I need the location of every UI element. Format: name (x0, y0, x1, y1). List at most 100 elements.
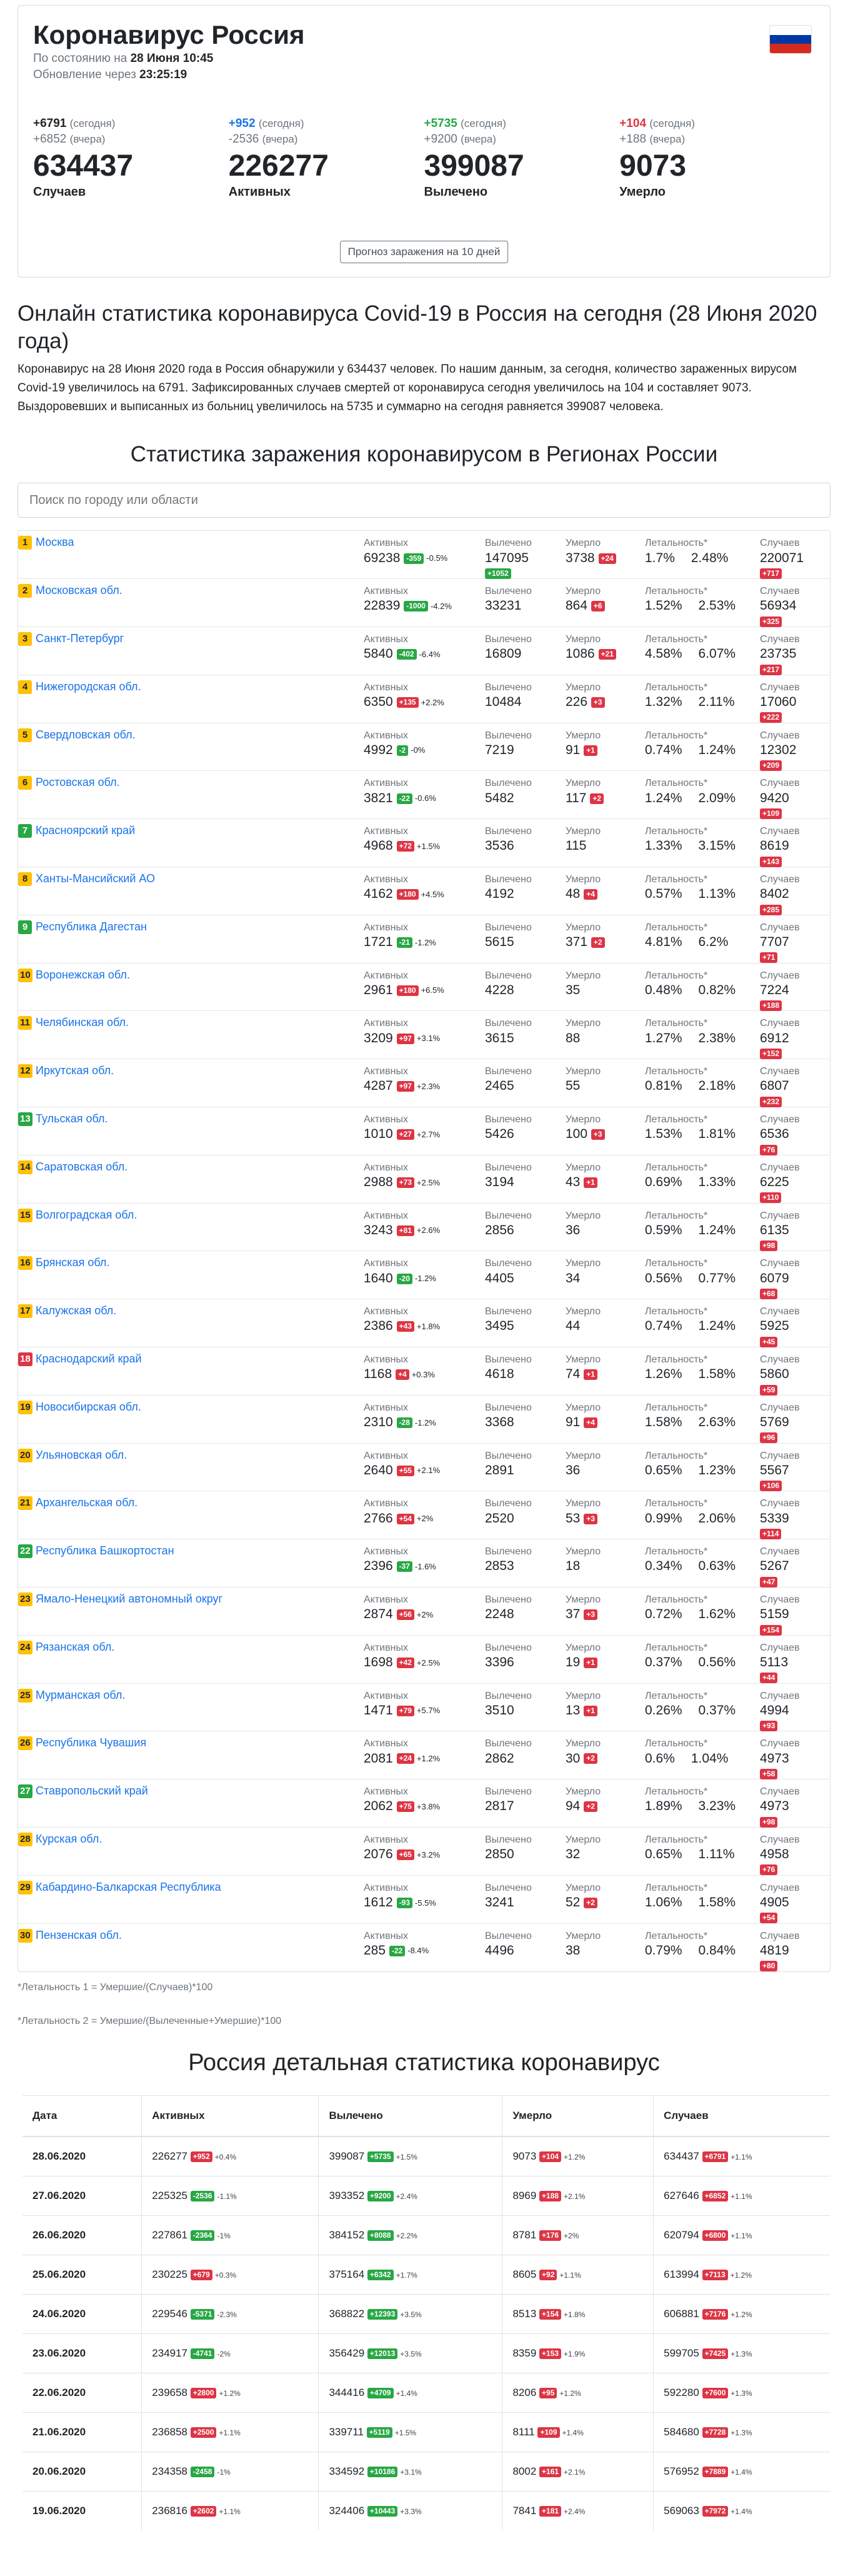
region-deaths-label: Умерло (566, 1210, 601, 1221)
region-recovered-label: Вылечено (485, 922, 532, 933)
region-lethality: Летальность* 1.26% 1.58% (645, 1354, 736, 1384)
region-rank: 9 (18, 920, 32, 934)
history-cases: 613994 +7113 +1.2% (653, 2254, 830, 2295)
region-lethality-label: Летальность* (645, 1642, 708, 1653)
region-deaths-label: Умерло (566, 1546, 601, 1557)
region-link[interactable]: Ямало-Ненецкий автономный округ (36, 1592, 222, 1606)
history-heading: Россия детальная статистика коронавирус (188, 2050, 660, 2076)
region-link[interactable]: Иркутская обл. (36, 1064, 114, 1077)
region-active-label: Активных (364, 634, 408, 645)
region-lethality: Летальность* 0.37% 0.56% (645, 1642, 736, 1672)
history-active-number: 230225 (152, 2268, 188, 2280)
region-lethality-value: 0.81% 2.18% (645, 1077, 736, 1095)
region-link[interactable]: Республика Дагестан (36, 920, 147, 933)
history-active-number: 234358 (152, 2465, 188, 2477)
region-lethality-1: 1.27% (645, 1030, 682, 1045)
region-deaths-change-badge: +2 (584, 1753, 597, 1764)
region-rank: 1 (18, 536, 32, 550)
region-rank: 5 (18, 728, 32, 742)
region-link[interactable]: Московская обл. (36, 584, 122, 597)
region-recovered-label: Вылечено (485, 970, 532, 981)
search-input[interactable] (17, 483, 831, 518)
region-link[interactable]: Нижегородская обл. (36, 680, 141, 693)
region-link[interactable]: Санкт-Петербург (36, 632, 124, 645)
history-recovered-number: 334592 (329, 2465, 365, 2477)
region-active-change-badge: -93 (396, 1897, 412, 1908)
region-link[interactable]: Челябинская обл. (36, 1016, 129, 1029)
region-link[interactable]: Воронежская обл. (36, 969, 130, 982)
region-active: Активных 2961 +180 +6.5% (364, 970, 444, 1000)
region-link[interactable]: Ханты-Мансийский АО (36, 872, 155, 885)
history-deaths-change-badge: +188 (539, 2190, 562, 2201)
region-link[interactable]: Краснодарский край (36, 1352, 142, 1366)
region-deaths-change-badge: +4 (584, 889, 597, 900)
region-link[interactable]: Калужская обл. (36, 1304, 116, 1317)
region-deaths-label: Умерло (566, 1162, 601, 1173)
region-link[interactable]: Курская обл. (36, 1833, 102, 1846)
region-lethality-2: 2.11% (698, 695, 735, 709)
region-link[interactable]: Москва (36, 536, 74, 549)
history-deaths-number: 8111 (512, 2425, 535, 2438)
region-link[interactable]: Пензенская обл. (36, 1929, 122, 1942)
region-lethality-1: 0.79% (645, 1943, 682, 1958)
history-deaths: 8781 +176 +2% (502, 2215, 654, 2255)
region-deaths-label: Умерло (566, 1930, 601, 1941)
region-recovered-label: Вылечено (485, 1258, 532, 1269)
region-link[interactable]: Ставропольский край (36, 1784, 148, 1798)
region-recovered: Вылечено 2248 (485, 1594, 532, 1624)
region-recovered-label: Вылечено (485, 1402, 532, 1413)
history-row: 28.06.2020 226277 +952 +0.4% 399087 +5735 +1… (22, 2136, 830, 2176)
region-cases-label: Случаев (760, 1546, 800, 1557)
region-cases-number: 5925 (760, 1319, 789, 1334)
stat-today-label: (сегодня) (69, 117, 116, 129)
region-cases-change-badge: +98 (760, 1816, 778, 1828)
region-link[interactable]: Республика Башкортостан (36, 1544, 174, 1557)
region-deaths-number: 3738 (566, 550, 595, 565)
region-rank: 27 (18, 1784, 32, 1799)
region-cases-label: Случаев (760, 778, 800, 789)
history-deaths-number: 8513 (512, 2307, 537, 2320)
region-active-number: 1721 (364, 934, 393, 949)
region-recovered: Вылечено 2853 (485, 1546, 532, 1576)
region-cases-label: Случаев (760, 1690, 800, 1701)
region-cases: Случаев 4973 +58 (760, 1738, 800, 1780)
history-cases-percent: +1.1% (731, 2191, 752, 2201)
region-lethality-2: 1.23% (698, 1462, 736, 1477)
region-lethality: Летальность* 0.26% 0.37% (645, 1690, 736, 1720)
region-link[interactable]: Ростовская обл. (36, 776, 120, 789)
history-deaths: 8359 +153 +1.9% (502, 2333, 654, 2373)
region-deaths-label: Умерло (566, 682, 601, 693)
region-link[interactable]: Свердловская обл. (36, 728, 136, 742)
region-link[interactable]: Кабардино-Балкарская Республика (36, 1881, 221, 1894)
region-link[interactable]: Красноярский край (36, 824, 135, 837)
region-active-change-badge: +73 (396, 1177, 414, 1188)
region-lethality-1: 0.26% (645, 1703, 682, 1718)
region-link[interactable]: Брянская обл. (36, 1256, 109, 1269)
region-deaths-change-badge: +24 (598, 553, 616, 564)
history-active-change-badge: -5371 (190, 2308, 215, 2320)
region-cases: Случаев 7707 +71 (760, 922, 800, 964)
region-link[interactable]: Тульская обл. (36, 1112, 108, 1125)
region-lethality-value: 1.06% 1.58% (645, 1894, 736, 1911)
region-link[interactable]: Мурманская обл. (36, 1689, 125, 1702)
stat-yesterday: +6852 (вчера) (33, 131, 229, 148)
region-link[interactable]: Саратовская обл. (36, 1160, 127, 1174)
region-link[interactable]: Архангельская обл. (36, 1496, 137, 1509)
region-deaths: Умерло 30 +2 (566, 1738, 601, 1768)
region-recovered: Вылечено 2817 (485, 1786, 532, 1816)
region-link[interactable]: Новосибирская обл. (36, 1401, 141, 1414)
region-lethality-label: Летальность* (645, 1546, 708, 1557)
region-lethality-label: Летальность* (645, 970, 708, 981)
region-link[interactable]: Ульяновская обл. (36, 1449, 127, 1462)
region-link[interactable]: Волгоградская обл. (36, 1209, 137, 1222)
region-link[interactable]: Республика Чувашия (36, 1736, 146, 1749)
region-link[interactable]: Рязанская обл. (36, 1641, 114, 1654)
region-lethality-1: 1.33% (645, 838, 682, 853)
region-lethality-1: 1.26% (645, 1367, 682, 1382)
forecast-button[interactable]: Прогноз заражения на 10 дней (339, 241, 509, 263)
region-rank: 17 (18, 1304, 32, 1319)
region-cases-number: 8402 (760, 887, 789, 902)
history-recovered-number: 375164 (329, 2268, 365, 2280)
region-recovered-label: Вылечено (485, 826, 532, 837)
main-heading: Онлайн статистика коронавируса Covid-19 … (17, 301, 817, 353)
